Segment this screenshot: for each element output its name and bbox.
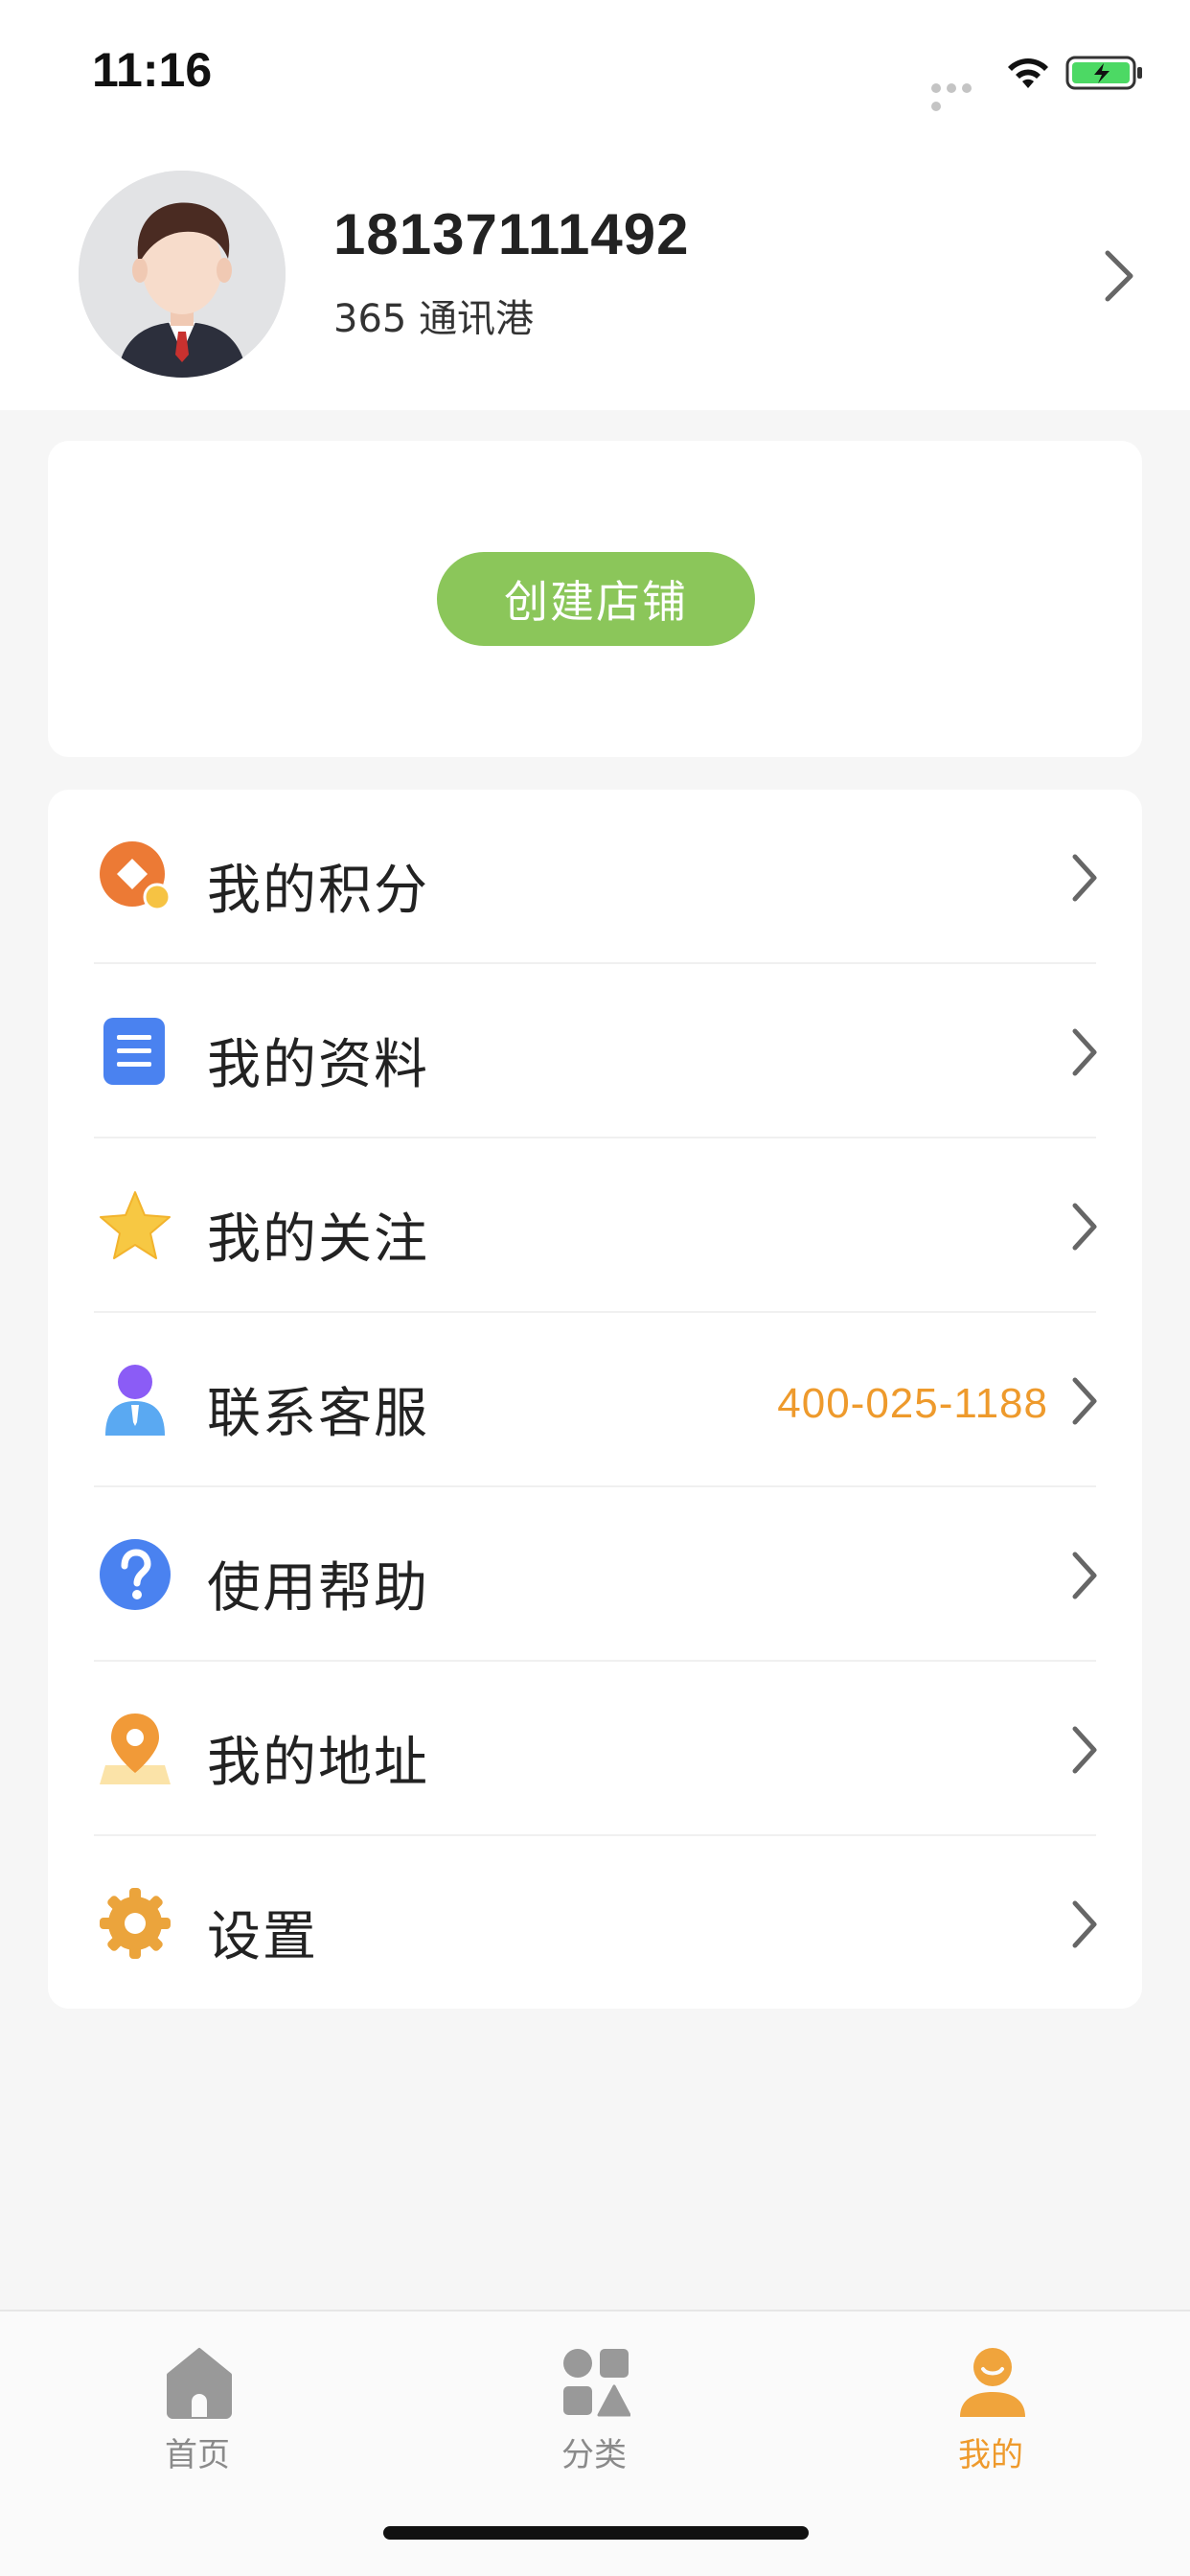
category-icon: [563, 2349, 630, 2417]
tab-label: 我的: [958, 2436, 1023, 2474]
star-icon: [100, 1191, 171, 1259]
location-icon: [100, 1714, 171, 1784]
menu-label: 联系客服: [207, 1383, 429, 1445]
home-indicator: [383, 2526, 809, 2540]
gear-icon: [100, 1888, 171, 1959]
chevron-right-icon: [1072, 1552, 1097, 1599]
chevron-right-icon: [1072, 1726, 1097, 1774]
chevron-right-icon: [1072, 854, 1097, 902]
chevron-right-icon: [1072, 1900, 1097, 1948]
wifi-icon: [1008, 58, 1048, 88]
home-icon: [167, 2348, 232, 2419]
tab-mine[interactable]: 我的: [895, 2336, 1087, 2480]
menu-label: 我的关注: [207, 1208, 429, 1271]
phone-number: 18137111492: [333, 202, 690, 266]
menu-item-profile-info[interactable]: 我的资料: [48, 964, 1142, 1138]
menu-label: 使用帮助: [207, 1557, 429, 1620]
menu-label: 我的积分: [207, 860, 429, 922]
signal-icon: [931, 79, 989, 111]
tab-label: 首页: [165, 2436, 230, 2474]
menu-item-help[interactable]: 使用帮助: [48, 1487, 1142, 1662]
shop-name: 365 通讯港: [333, 297, 535, 341]
create-store-card: 创建店铺: [48, 441, 1142, 757]
chevron-right-icon: [1072, 1377, 1097, 1425]
menu-item-address[interactable]: 我的地址: [48, 1662, 1142, 1836]
status-time: 11:16: [92, 43, 213, 97]
menu-list: 我的积分 我的资料 我的关注 联系客服 400-025-1188 使用帮助 我的…: [48, 790, 1142, 2009]
menu-label: 我的资料: [207, 1034, 429, 1096]
chevron-right-icon: [1072, 1028, 1097, 1076]
battery-icon: [1065, 56, 1142, 90]
tab-label: 分类: [561, 2436, 627, 2474]
customer-service-icon: [105, 1365, 165, 1436]
service-phone[interactable]: 400-025-1188: [777, 1380, 1048, 1428]
status-bar: 11:16: [0, 0, 1190, 144]
menu-label: 设置: [207, 1906, 318, 1968]
profile-icon: [960, 2348, 1025, 2417]
tab-category[interactable]: 分类: [498, 2336, 690, 2480]
menu-label: 我的地址: [207, 1732, 429, 1794]
document-icon: [103, 1018, 165, 1085]
points-icon: [100, 841, 172, 911]
menu-item-following[interactable]: 我的关注: [48, 1138, 1142, 1313]
help-icon: [100, 1539, 171, 1610]
tab-home[interactable]: 首页: [102, 2336, 293, 2480]
chevron-right-icon[interactable]: [1102, 249, 1136, 303]
menu-item-settings[interactable]: 设置: [48, 1836, 1142, 2011]
avatar-icon: [79, 171, 286, 378]
create-store-button[interactable]: 创建店铺: [437, 552, 755, 646]
menu-item-points[interactable]: 我的积分: [48, 790, 1142, 964]
chevron-right-icon: [1072, 1203, 1097, 1251]
menu-item-customer-service[interactable]: 联系客服 400-025-1188: [48, 1313, 1142, 1487]
avatar[interactable]: [79, 171, 286, 378]
profile-header[interactable]: 18137111492 365 通讯港: [0, 144, 1190, 410]
